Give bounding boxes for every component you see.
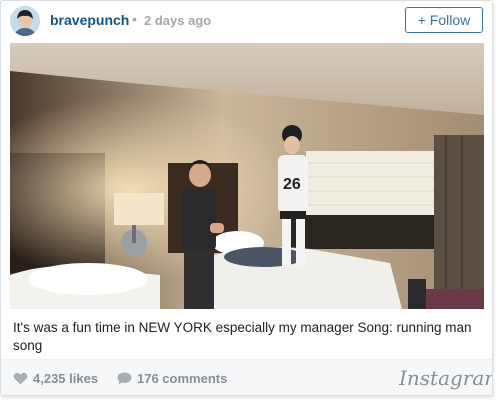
likes-count[interactable]: 4,235 likes [13,371,98,386]
follow-button[interactable]: + Follow [405,7,483,33]
heart-icon [13,372,28,385]
avatar[interactable] [10,6,40,36]
instagram-post-card: bravepunch • 2 days ago + Follow 26 It's… [0,0,493,396]
post-caption: It's was a fun time in NEW YORK especial… [13,320,472,353]
instagram-logo[interactable]: Instagram [399,366,492,390]
likes-label: 4,235 likes [33,371,99,386]
comment-bubble-icon [117,372,132,385]
comments-label: 176 comments [137,371,228,386]
post-header: bravepunch • 2 days ago + Follow [1,1,492,41]
avatar-image [10,6,40,36]
post-timestamp[interactable]: 2 days ago [144,13,211,28]
comments-count[interactable]: 176 comments [117,371,227,386]
post-footer: 4,235 likes 176 comments Instagram [1,359,492,395]
post-photo[interactable]: 26 [10,43,484,309]
svg-text:26: 26 [283,176,301,193]
hotel-room-photo: 26 [10,43,484,309]
username-link[interactable]: bravepunch [50,12,129,28]
separator-dot: • [132,11,137,27]
